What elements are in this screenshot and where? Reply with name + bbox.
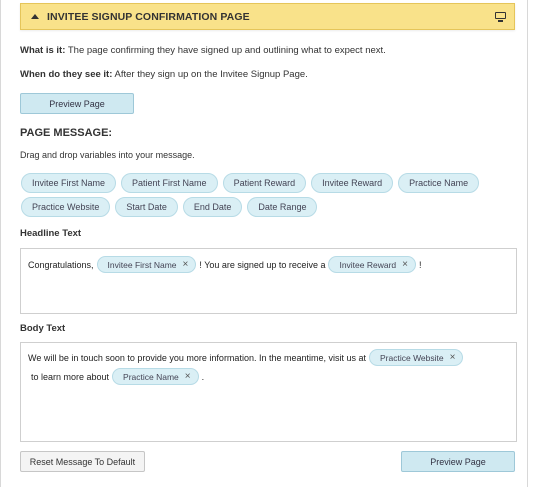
preview-page-button-bottom[interactable]: Preview Page xyxy=(401,451,515,472)
section-title: INVITEE SIGNUP CONFIRMATION PAGE xyxy=(47,10,250,23)
preview-page-button-top[interactable]: Preview Page xyxy=(20,93,134,114)
body-line-1: We will be in touch soon to provide you … xyxy=(28,349,466,366)
variable-chip-patient-reward[interactable]: Patient Reward xyxy=(222,173,307,193)
body-editor[interactable]: We will be in touch soon to provide you … xyxy=(20,342,517,442)
variable-chip-end-date[interactable]: End Date xyxy=(182,197,243,217)
page-message-title: PAGE MESSAGE: xyxy=(20,127,113,139)
reset-message-button[interactable]: Reset Message To Default xyxy=(20,451,145,472)
headline-text-1: Congratulations, xyxy=(28,259,94,270)
body-text-1: We will be in touch soon to provide you … xyxy=(28,352,366,363)
variable-chip-patient-first-name[interactable]: Patient First Name xyxy=(121,173,218,193)
body-text-end: . xyxy=(201,371,205,382)
variable-chip-invitee-first-name[interactable]: Invitee First Name xyxy=(21,173,117,193)
variable-chip-list: Invitee First Name Patient First Name Pa… xyxy=(21,173,511,217)
body-text-2: to learn more about xyxy=(31,371,110,382)
headline-token-invitee-reward[interactable]: Invitee Reward × xyxy=(328,256,416,273)
page-message-instructions: Drag and drop variables into your messag… xyxy=(20,150,195,160)
what-is-it-text: What is it: The page confirming they hav… xyxy=(20,45,386,56)
headline-line: Congratulations, Invitee First Name × ! … xyxy=(28,256,422,273)
headline-text-2: ! You are signed up to receive a xyxy=(199,259,326,270)
when-see-it-text: When do they see it: After they sign up … xyxy=(20,69,308,80)
body-text-label: Body Text xyxy=(20,323,66,334)
remove-token-icon[interactable]: × xyxy=(185,371,191,382)
when-see-it-value: After they sign up on the Invitee Signup… xyxy=(112,69,308,80)
token-label: Invitee Reward xyxy=(339,259,397,270)
when-see-it-label: When do they see it: xyxy=(20,69,113,80)
what-is-it-label: What is it: xyxy=(20,45,66,56)
page-settings-panel: INVITEE SIGNUP CONFIRMATION PAGE What is… xyxy=(0,0,528,487)
headline-editor[interactable]: Congratulations, Invitee First Name × ! … xyxy=(20,248,517,314)
variable-chip-practice-website[interactable]: Practice Website xyxy=(21,197,111,217)
headline-text-label: Headline Text xyxy=(20,228,82,239)
body-token-practice-name[interactable]: Practice Name × xyxy=(112,368,199,385)
variable-chip-invitee-reward[interactable]: Invitee Reward xyxy=(311,173,394,193)
headline-text-3: ! xyxy=(419,259,422,270)
variable-chip-date-range[interactable]: Date Range xyxy=(247,197,318,217)
what-is-it-value: The page confirming they have signed up … xyxy=(65,45,386,56)
token-label: Practice Website xyxy=(380,352,444,363)
caret-up-icon[interactable] xyxy=(31,14,39,19)
remove-token-icon[interactable]: × xyxy=(450,352,456,363)
monitor-icon xyxy=(495,12,506,22)
remove-token-icon[interactable]: × xyxy=(402,259,408,270)
body-token-practice-website[interactable]: Practice Website × xyxy=(369,349,464,366)
section-header[interactable]: INVITEE SIGNUP CONFIRMATION PAGE xyxy=(20,3,515,30)
variable-chip-practice-name[interactable]: Practice Name xyxy=(398,173,480,193)
token-label: Practice Name xyxy=(123,371,179,382)
remove-token-icon[interactable]: × xyxy=(183,259,189,270)
body-line-2: to learn more about Practice Name × . xyxy=(28,368,204,385)
token-label: Invitee First Name xyxy=(107,259,177,270)
variable-chip-start-date[interactable]: Start Date xyxy=(115,197,178,217)
headline-token-invitee-first-name[interactable]: Invitee First Name × xyxy=(96,256,197,273)
